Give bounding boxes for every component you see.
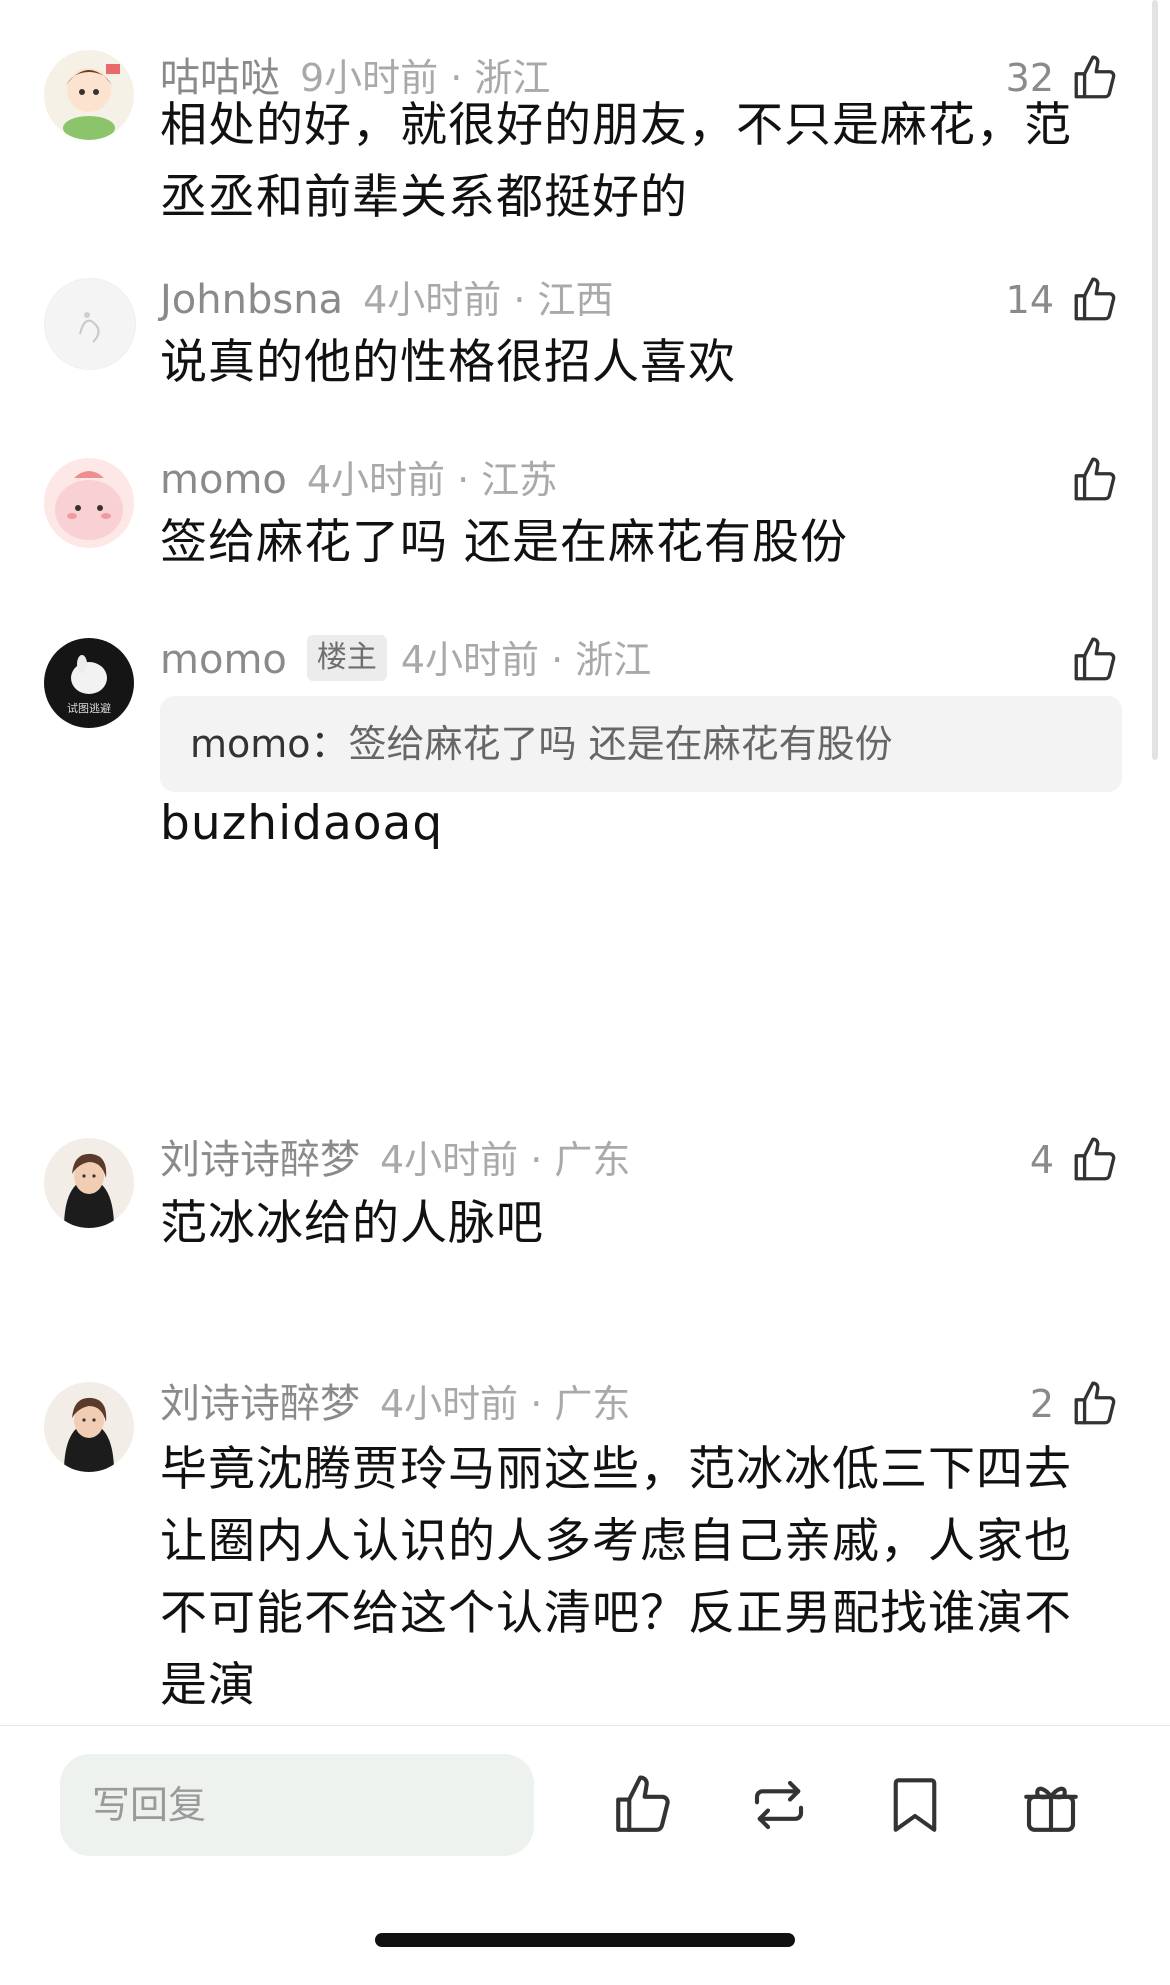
comment-item: momo 4小时前 · 江苏 签给麻花了吗 还是在麻花有股份 bbox=[0, 420, 1170, 600]
username[interactable]: 刘诗诗醉梦 bbox=[160, 1381, 360, 1427]
comment-item: Johnbsna 4小时前 · 江西 14 说真的他的性格很招人喜欢 bbox=[0, 240, 1170, 420]
bottom-action-bar bbox=[0, 1725, 1170, 1985]
thumbs-up-icon bbox=[610, 1772, 676, 1838]
avatar[interactable] bbox=[44, 1382, 134, 1472]
comment-text: buzhidaoaq bbox=[160, 796, 444, 851]
like-button[interactable] bbox=[1054, 630, 1120, 690]
like-button[interactable]: 4 bbox=[1030, 1130, 1120, 1190]
thumbs-up-icon bbox=[1070, 1379, 1120, 1429]
comment-meta: 刘诗诗醉梦 4小时前 · 广东 bbox=[160, 1130, 630, 1190]
comment-time-location: 4小时前 · 广东 bbox=[380, 1382, 631, 1426]
comment-item bbox=[0, 960, 1170, 1140]
comment-time-location: 4小时前 · 浙江 bbox=[400, 638, 652, 682]
repost-icon bbox=[746, 1772, 812, 1838]
like-count: 2 bbox=[1029, 1382, 1054, 1426]
username[interactable]: 刘诗诗醉梦 bbox=[160, 1137, 360, 1183]
bookmark-button[interactable] bbox=[882, 1772, 948, 1838]
avatar[interactable]: 试图逃避 bbox=[44, 638, 134, 728]
comment-item: 咕咕哒 9小时前 · 浙江 32 相处的好，就很好的朋友，不只是麻花，范丞丞和前辈… bbox=[0, 0, 1170, 240]
comment-item: 刘诗诗醉梦 4小时前 · 广东 4 范冰冰给的人脉吧 bbox=[0, 1137, 1170, 1320]
thumbs-up-icon bbox=[1070, 1135, 1120, 1185]
comment-text: 签给麻花了吗 还是在麻花有股份 bbox=[160, 515, 848, 570]
comment-text: 毕竟沈腾贾玲马丽这些，范冰冰低三下四去让圈内人认识的人多考虑自己亲戚，人家也不可… bbox=[160, 1442, 1072, 1713]
author-badge: 楼主 bbox=[306, 635, 387, 681]
bookmark-icon bbox=[882, 1772, 948, 1838]
avatar[interactable] bbox=[44, 50, 134, 140]
comment-meta: momo 4小时前 · 江苏 bbox=[160, 450, 557, 510]
like-count: 14 bbox=[1005, 278, 1054, 322]
reply-input[interactable] bbox=[60, 1754, 534, 1856]
comment-time-location: 4小时前 · 江西 bbox=[363, 278, 614, 322]
comment-meta: 刘诗诗醉梦 4小时前 · 广东 bbox=[160, 1374, 630, 1434]
avatar[interactable] bbox=[44, 278, 136, 370]
comment-meta: momo 楼主 4小时前 · 浙江 bbox=[160, 630, 651, 690]
quoted-comment[interactable]: momo：签给麻花了吗 还是在麻花有股份 bbox=[160, 696, 1122, 792]
avatar[interactable] bbox=[44, 458, 134, 548]
comment-item: 刘诗诗醉梦 4小时前 · 广东 2 毕竟沈腾贾玲马丽这些，范冰冰低三下四去让圈内人… bbox=[0, 1370, 1170, 1725]
comment-meta: Johnbsna 4小时前 · 江西 bbox=[160, 270, 614, 330]
gift-button[interactable] bbox=[1018, 1772, 1084, 1838]
gift-icon bbox=[1018, 1772, 1084, 1838]
like-button[interactable]: 2 bbox=[1030, 1374, 1120, 1434]
like-count: 4 bbox=[1029, 1138, 1054, 1182]
avatar-caption: 试图逃避 bbox=[67, 701, 111, 715]
username[interactable]: momo bbox=[160, 457, 287, 503]
thumbs-up-icon bbox=[1070, 455, 1120, 505]
quote-text: 签给麻花了吗 还是在麻花有股份 bbox=[348, 722, 893, 766]
thumbs-up-icon bbox=[1070, 635, 1120, 685]
avatar[interactable] bbox=[44, 1138, 134, 1228]
comment-text: 范冰冰给的人脉吧 bbox=[160, 1196, 544, 1251]
like-post-button[interactable] bbox=[610, 1772, 676, 1838]
comment-item: 试图逃避 momo 楼主 4小时前 · 浙江 momo：签给麻花了吗 还是在麻花有股… bbox=[0, 600, 1170, 960]
comment-time-location: 4小时前 · 广东 bbox=[380, 1138, 631, 1182]
quote-author: momo： bbox=[190, 722, 349, 766]
like-button[interactable] bbox=[1054, 450, 1120, 510]
comment-time-location: 4小时前 · 江苏 bbox=[306, 458, 558, 502]
repost-button[interactable] bbox=[746, 1772, 812, 1838]
home-indicator[interactable] bbox=[375, 1933, 795, 1947]
thumbs-up-icon bbox=[1070, 275, 1120, 325]
comment-text: 说真的他的性格很招人喜欢 bbox=[160, 335, 736, 390]
scrollbar[interactable] bbox=[1152, 0, 1158, 760]
username[interactable]: momo bbox=[160, 637, 287, 683]
like-button[interactable]: 14 bbox=[1006, 270, 1120, 330]
username[interactable]: Johnbsna bbox=[160, 277, 343, 323]
comment-text: 相处的好，就很好的朋友，不只是麻花，范丞丞和前辈关系都挺好的 bbox=[160, 98, 1072, 225]
